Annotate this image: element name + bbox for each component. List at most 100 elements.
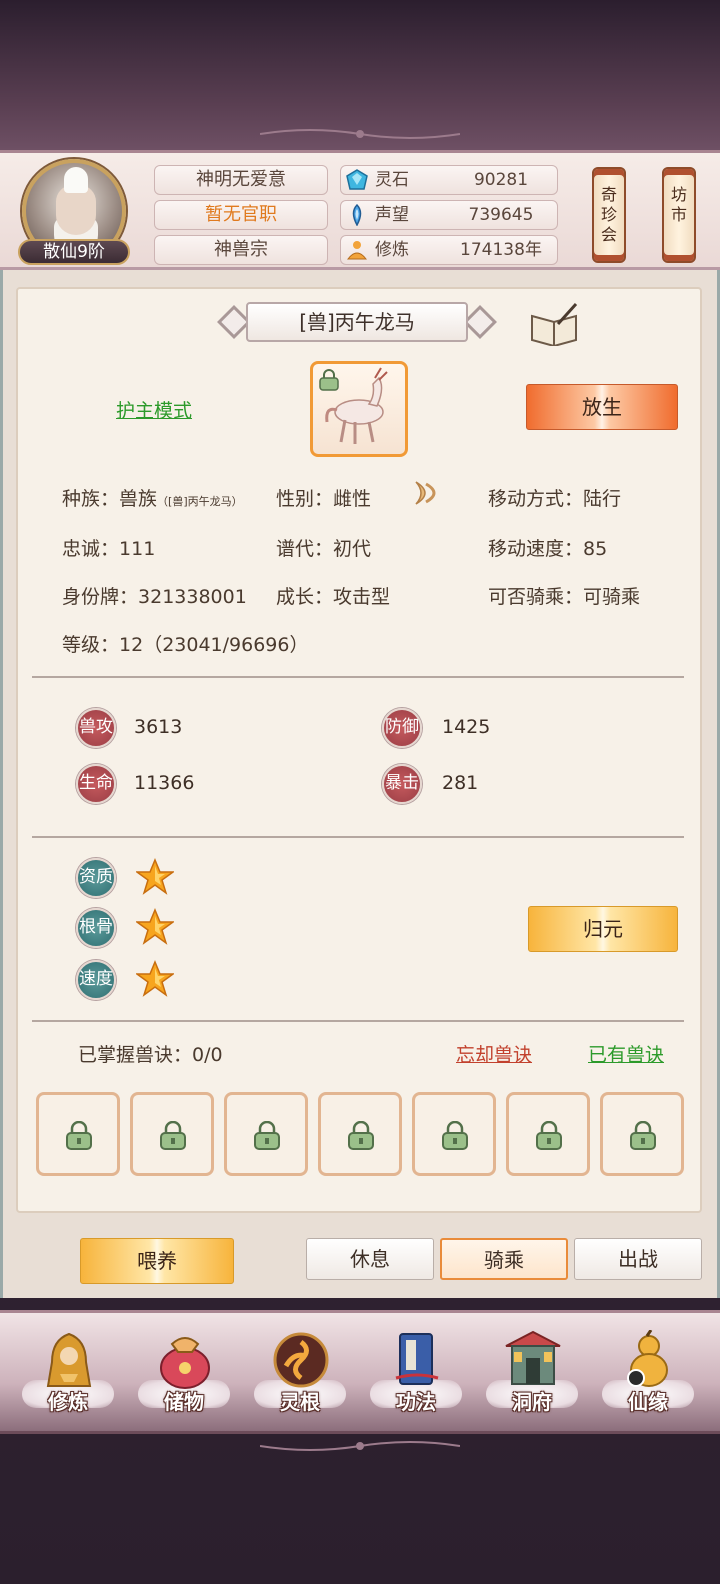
- feed-button[interactable]: 喂养: [80, 1238, 234, 1284]
- spirit-stone-resource[interactable]: 灵石 90281: [340, 165, 558, 195]
- star-icon: [136, 960, 174, 997]
- rank-badge: 散仙9阶: [18, 239, 130, 265]
- generation-label: 谱代：: [276, 538, 334, 560]
- nav-label: 仙缘: [628, 1390, 668, 1414]
- player-name-tag[interactable]: 神明无爱意: [154, 165, 328, 195]
- id-label: 身份牌：: [62, 586, 139, 608]
- nav-label: 储物: [164, 1390, 204, 1414]
- rideable-info: 可否骑乘：可骑乘: [488, 582, 640, 609]
- divider: [32, 676, 684, 678]
- skill-slot[interactable]: [412, 1092, 496, 1176]
- nav-spirit-root[interactable]: 灵根: [250, 1330, 350, 1430]
- skill-slot[interactable]: [130, 1092, 214, 1176]
- mastered-skills-label: 已掌握兽诀：: [78, 1044, 193, 1066]
- book-quill-icon[interactable]: [528, 302, 580, 346]
- reputation-resource[interactable]: 声望 739645: [340, 200, 558, 230]
- top-ornament: [260, 129, 460, 139]
- technique-book-icon: [395, 1333, 439, 1385]
- reset-button[interactable]: 归元: [528, 906, 678, 952]
- pet-portrait[interactable]: [310, 361, 408, 457]
- gender-value: 雌性: [333, 488, 372, 510]
- gender-label: 性别：: [276, 488, 334, 510]
- growth-label: 成长：: [276, 586, 334, 608]
- bone-icon: 根骨: [76, 908, 116, 948]
- hp-stat-value: 11366: [134, 772, 195, 794]
- move-info: 移动方式：陆行: [488, 484, 621, 511]
- pet-title: [兽]丙午龙马: [246, 302, 468, 342]
- treasure-fair-button[interactable]: 奇珍会: [592, 167, 626, 263]
- generation-value: 初代: [333, 538, 372, 560]
- aptitude-icon: 资质: [76, 858, 116, 898]
- defense-stat-value: 1425: [442, 716, 491, 738]
- lock-icon: [254, 1121, 280, 1150]
- spirit-stone-value: 90281: [473, 170, 529, 190]
- id-info: 身份牌：321338001: [62, 582, 247, 609]
- cultivation-resource[interactable]: 修炼 174138年: [340, 235, 558, 265]
- nav-fortune[interactable]: 仙缘: [598, 1330, 698, 1430]
- battle-button[interactable]: 出战: [574, 1238, 702, 1280]
- divider: [32, 1020, 684, 1022]
- nav-label: 功法: [396, 1390, 436, 1414]
- nav-cultivate[interactable]: 修炼: [18, 1330, 118, 1430]
- skill-slot[interactable]: [36, 1092, 120, 1176]
- pet-title-plate: [兽]丙午龙马: [216, 298, 498, 346]
- spirit-stone-icon: [346, 169, 368, 190]
- skill-slot[interactable]: [600, 1092, 684, 1176]
- level-value: 12（23041/96696）: [119, 634, 309, 656]
- official-title-tag[interactable]: 暂无官职: [154, 200, 328, 230]
- nav-storage[interactable]: 储物: [134, 1330, 234, 1430]
- crit-stat-icon: 暴击: [382, 764, 422, 804]
- market-button[interactable]: 坊市: [662, 167, 696, 263]
- nav-cave-mansion[interactable]: 洞府: [482, 1330, 582, 1430]
- reputation-icon: [352, 204, 362, 226]
- sect-tag[interactable]: 神兽宗: [154, 235, 328, 265]
- bottom-ornament: [260, 1441, 460, 1451]
- title-right-ornament: [463, 305, 497, 339]
- nav-technique[interactable]: 功法: [366, 1330, 466, 1430]
- owned-skills-link[interactable]: 已有兽诀: [588, 1040, 664, 1067]
- attack-stat-icon: 兽攻: [76, 708, 116, 748]
- release-button[interactable]: 放生: [526, 384, 678, 430]
- nav-label: 灵根: [280, 1390, 320, 1414]
- fortune-gourd-icon: [627, 1330, 668, 1387]
- player-header: 散仙9阶 神明无爱意 暂无官职 神兽宗 灵石 90281 声望 739645 修…: [0, 150, 720, 270]
- rideable-value: 可骑乘: [583, 586, 641, 608]
- spirit-stone-label: 灵石: [375, 170, 409, 190]
- loyalty-label: 忠诚：: [62, 538, 120, 560]
- ride-button[interactable]: 骑乘: [440, 1238, 568, 1280]
- star-icon: [136, 858, 174, 895]
- storage-bag-icon: [160, 1337, 210, 1389]
- cultivation-label: 修炼: [375, 240, 409, 260]
- divider: [32, 836, 684, 838]
- skill-slot[interactable]: [506, 1092, 590, 1176]
- skill-slot[interactable]: [318, 1092, 402, 1176]
- speed-quality-icon: 速度: [76, 960, 116, 1000]
- attack-stat-value: 3613: [134, 716, 183, 738]
- generation-info: 谱代：初代: [276, 534, 371, 561]
- spirit-root-icon: [273, 1332, 329, 1388]
- level-label: 等级：: [62, 634, 120, 656]
- arrow-right-icon[interactable]: [412, 478, 446, 508]
- id-value: 321338001: [138, 586, 247, 608]
- nav-label: 修炼: [48, 1390, 88, 1414]
- loyalty-info: 忠诚：111: [62, 534, 155, 561]
- speed-info: 移动速度：85: [488, 534, 607, 561]
- reputation-label: 声望: [375, 205, 409, 225]
- rideable-label: 可否骑乘：: [488, 586, 584, 608]
- lock-icon: [630, 1121, 656, 1150]
- nav-label: 洞府: [512, 1390, 552, 1414]
- lock-icon: [348, 1121, 374, 1150]
- forget-skill-link[interactable]: 忘却兽诀: [456, 1040, 532, 1067]
- race-info: 种族：兽族（[兽]丙午龙马）: [62, 488, 243, 510]
- race-note: [兽]丙午龙马: [168, 495, 232, 508]
- guard-mode-link[interactable]: 护主模式: [116, 396, 192, 423]
- rest-button[interactable]: 休息: [306, 1238, 434, 1280]
- star-icon: [136, 908, 174, 945]
- skill-slot[interactable]: [224, 1092, 308, 1176]
- dragon-horse-icon: [325, 367, 388, 444]
- avatar-hat: [64, 167, 88, 193]
- hp-stat-icon: 生命: [76, 764, 116, 804]
- lock-icon: [160, 1121, 186, 1150]
- race-label: 种族：: [62, 488, 120, 510]
- treasure-fair-label: 奇珍会: [600, 185, 617, 244]
